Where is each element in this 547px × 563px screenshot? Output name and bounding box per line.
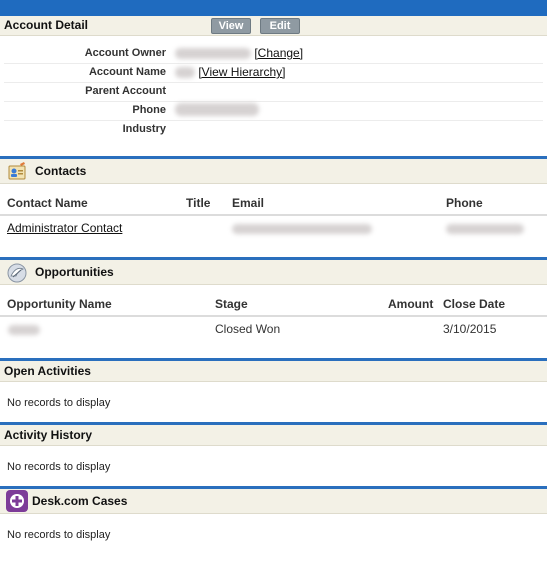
- col-close-date: Close Date: [443, 297, 506, 311]
- activity-history-body: No records to display: [0, 446, 547, 486]
- redacted-email: [232, 224, 372, 234]
- view-button[interactable]: View: [211, 18, 251, 34]
- redacted-opportunity-name[interactable]: [8, 325, 40, 335]
- opportunities-header: Opportunities: [0, 260, 547, 285]
- contacts-icon: [8, 162, 26, 180]
- desk-cases-empty: No records to display: [7, 529, 111, 541]
- account-detail-fields: Account Owner [Change] Account Name [Vie…: [0, 36, 547, 156]
- col-amount: Amount: [388, 297, 434, 311]
- redacted-account-name: [175, 67, 195, 79]
- activity-history-empty: No records to display: [7, 461, 111, 473]
- col-contact-name: Contact Name: [7, 196, 88, 210]
- col-opportunity-name: Opportunity Name: [7, 297, 112, 311]
- account-name-label: Account Name: [88, 66, 166, 78]
- phone-label: Phone: [132, 104, 166, 116]
- desk-cases-title: Desk.com Cases: [32, 494, 128, 508]
- edit-button[interactable]: Edit: [260, 18, 300, 34]
- industry-label: Industry: [122, 123, 166, 135]
- col-phone: Phone: [446, 196, 483, 210]
- account-detail-title: Account Detail: [4, 18, 89, 32]
- contacts-table: Contact Name Title Email Phone Administr…: [0, 184, 547, 257]
- redacted-phone: [175, 103, 259, 117]
- opportunities-icon: [7, 263, 27, 283]
- open-activities-empty: No records to display: [7, 397, 111, 409]
- redacted-contact-phone: [446, 224, 524, 234]
- parent-account-label: Parent Account: [85, 85, 166, 97]
- col-title: Title: [186, 196, 211, 210]
- header-divider: [0, 214, 547, 216]
- account-detail-header: Account Detail View Edit: [0, 16, 547, 36]
- col-stage: Stage: [215, 297, 248, 311]
- open-activities-title: Open Activities: [4, 364, 91, 378]
- row-divider: [4, 63, 543, 64]
- activity-history-header: Activity History: [0, 425, 547, 446]
- desk-cases-body: No records to display: [0, 514, 547, 554]
- desk-cases-header: Desk.com Cases: [0, 489, 547, 514]
- account-name-value: [View Hierarchy]: [175, 65, 285, 79]
- contacts-header: Contacts: [0, 159, 547, 184]
- opportunities-table: Opportunity Name Stage Amount Close Date…: [0, 285, 547, 358]
- top-accent-bar: [0, 0, 547, 16]
- row-divider: [4, 82, 543, 83]
- contacts-title: Contacts: [35, 164, 87, 178]
- change-owner-link[interactable]: [Change]: [254, 46, 303, 60]
- account-owner-label: Account Owner: [84, 47, 166, 59]
- open-activities-header: Open Activities: [0, 361, 547, 382]
- phone-value: [175, 102, 259, 117]
- view-hierarchy-link[interactable]: [View Hierarchy]: [198, 65, 285, 79]
- col-email: Email: [232, 196, 265, 210]
- account-owner-value: [Change]: [175, 46, 303, 60]
- open-activities-body: No records to display: [0, 382, 547, 422]
- row-divider: [4, 120, 543, 121]
- row-divider: [4, 101, 543, 102]
- opportunity-close-date: 3/10/2015: [443, 322, 497, 336]
- activity-history-title: Activity History: [4, 428, 93, 442]
- desk-cases-icon: [6, 490, 28, 512]
- opportunities-title: Opportunities: [35, 265, 114, 279]
- opportunity-stage: Closed Won: [215, 322, 281, 336]
- header-divider: [0, 315, 547, 317]
- redacted-owner: [175, 48, 251, 60]
- contact-name-link[interactable]: Administrator Contact: [7, 221, 122, 235]
